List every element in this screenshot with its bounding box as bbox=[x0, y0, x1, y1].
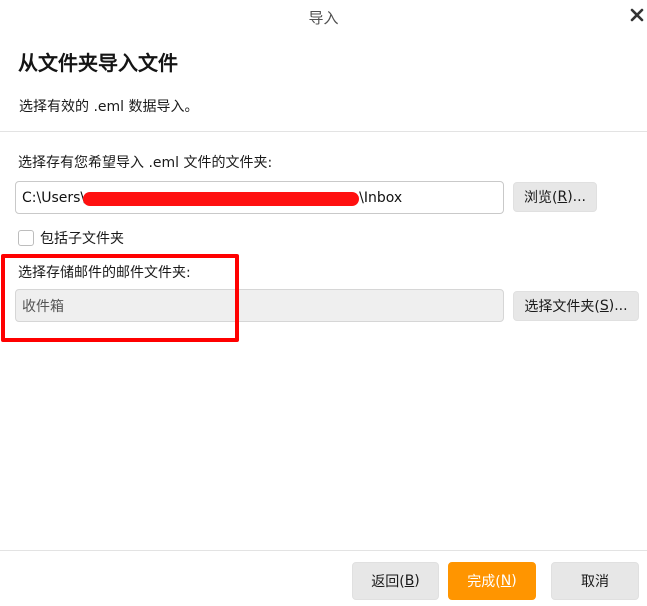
window-title: 导入 bbox=[308, 9, 339, 27]
cancel-button[interactable]: 取消 bbox=[551, 562, 639, 600]
source-path-prefix: C:\Users\ bbox=[22, 189, 86, 206]
include-subfolders-row[interactable]: 包括子文件夹 bbox=[18, 228, 124, 248]
page-subheading: 选择有效的 .eml 数据导入。 bbox=[19, 99, 199, 115]
back-button-suffix: ) bbox=[414, 573, 420, 589]
finish-button-label: 完成( bbox=[467, 574, 501, 590]
finish-button-key: N bbox=[500, 573, 512, 589]
browse-button-label: 浏览( bbox=[523, 190, 558, 206]
redaction-mark bbox=[83, 191, 360, 206]
source-path-suffix: \Inbox bbox=[359, 189, 403, 206]
include-subfolders-label: 包括子文件夹 bbox=[40, 231, 124, 247]
header-divider bbox=[0, 131, 647, 132]
select-folder-suffix: )... bbox=[608, 298, 628, 314]
browse-button-suffix: )... bbox=[567, 189, 586, 205]
finish-button-suffix: ) bbox=[511, 573, 517, 589]
title-bar: 导入 bbox=[0, 0, 647, 34]
destination-folder-label: 选择存储邮件的邮件文件夹: bbox=[18, 265, 191, 281]
browse-button[interactable]: 浏览(R)... bbox=[513, 182, 597, 212]
close-button[interactable] bbox=[626, 3, 647, 27]
cancel-button-label: 取消 bbox=[581, 574, 609, 590]
select-folder-key: S bbox=[599, 298, 609, 314]
back-button[interactable]: 返回(B) bbox=[352, 562, 439, 600]
include-subfolders-checkbox[interactable] bbox=[18, 230, 34, 246]
back-button-label: 返回( bbox=[371, 574, 405, 590]
close-icon bbox=[630, 8, 644, 22]
select-folder-button[interactable]: 选择文件夹(S)... bbox=[513, 291, 639, 321]
select-folder-label: 选择文件夹( bbox=[524, 299, 600, 315]
destination-folder-field: 收件箱 bbox=[15, 289, 504, 322]
import-dialog: 导入 从文件夹导入文件 选择有效的 .eml 数据导入。 选择存有您希望导入 .… bbox=[0, 0, 647, 606]
browse-button-key: R bbox=[557, 189, 568, 205]
footer-divider bbox=[0, 550, 647, 551]
destination-folder-value: 收件箱 bbox=[22, 298, 64, 315]
source-folder-input[interactable]: C:\Users\ \Inbox bbox=[15, 181, 504, 214]
source-folder-label: 选择存有您希望导入 .eml 文件的文件夹: bbox=[18, 155, 273, 171]
finish-button[interactable]: 完成(N) bbox=[448, 562, 536, 600]
back-button-key: B bbox=[404, 573, 415, 589]
page-heading: 从文件夹导入文件 bbox=[18, 51, 178, 75]
